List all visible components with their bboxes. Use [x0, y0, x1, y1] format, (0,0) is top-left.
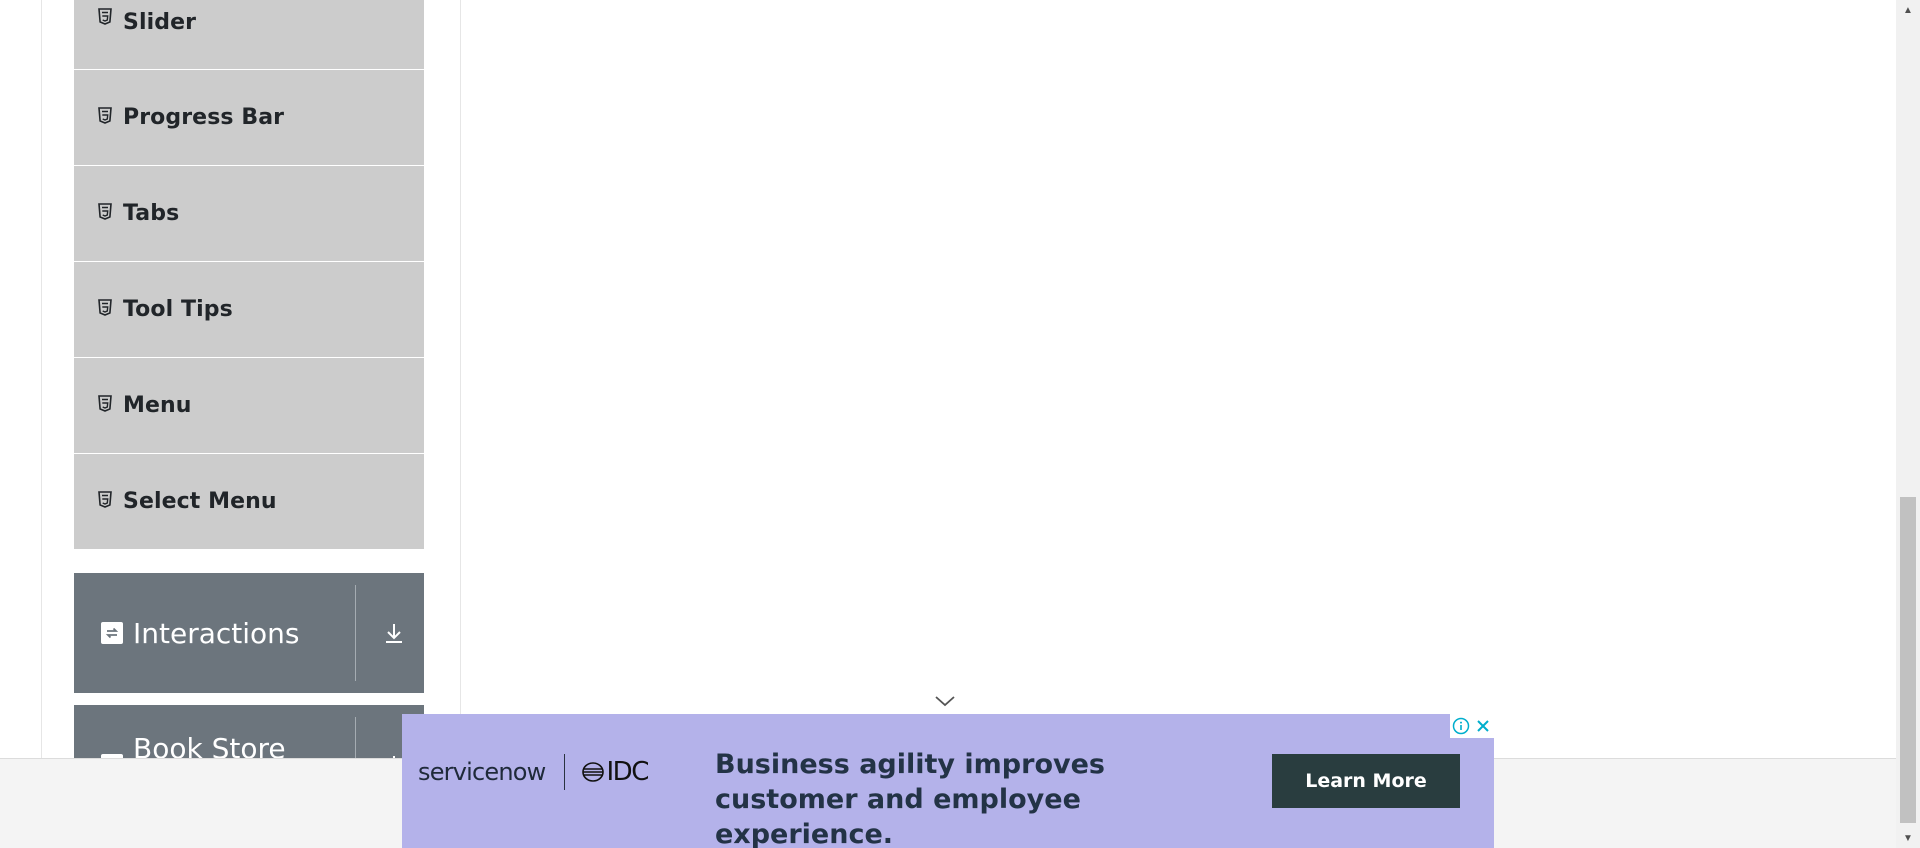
interactions-icon: [101, 622, 123, 644]
menu-item-menu[interactable]: Menu: [74, 358, 424, 454]
menu-item-label: Menu: [123, 393, 192, 418]
menu-item-select-menu[interactable]: Select Menu: [74, 454, 424, 550]
close-icon[interactable]: [1474, 717, 1492, 735]
menu-item-tool-tips[interactable]: Tool Tips: [74, 262, 424, 358]
logo-divider: [563, 754, 565, 790]
menu-item-label: Slider: [123, 10, 197, 35]
ad-banner[interactable]: servicenow IDC Business agility improves…: [402, 714, 1494, 848]
html5-icon: [98, 106, 112, 125]
group-header-divider: [355, 585, 356, 681]
scroll-down-arrow-icon[interactable]: ▼: [1896, 828, 1920, 848]
idc-logo-mark-icon: [581, 761, 605, 783]
scroll-up-arrow-icon[interactable]: ▲: [1896, 0, 1920, 20]
servicenow-logo: servicenow: [418, 758, 546, 786]
sidebar-right-border: [460, 0, 461, 758]
widgets-submenu: Slider Progress Bar Tabs Tool Tips Menu: [74, 0, 424, 550]
ad-headline: Business agility improves customer and e…: [715, 749, 1105, 848]
page-viewport: Slider Progress Bar Tabs Tool Tips Menu: [0, 0, 1920, 848]
menu-item-slider[interactable]: Slider: [74, 0, 424, 70]
group-header-label: Interactions: [133, 616, 300, 650]
menu-item-label: Progress Bar: [123, 105, 285, 130]
scrollbar-thumb[interactable]: [1900, 497, 1916, 823]
download-arrow-icon[interactable]: [382, 621, 406, 645]
menu-item-label: Tool Tips: [123, 297, 233, 322]
html5-icon: [98, 8, 112, 26]
learn-more-button[interactable]: Learn More: [1272, 754, 1460, 808]
html5-icon: [98, 394, 112, 413]
html5-icon: [98, 298, 112, 317]
html5-icon: [98, 490, 112, 509]
chevron-down-icon[interactable]: [932, 692, 958, 710]
sidebar-left-border: [41, 0, 42, 758]
html5-icon: [98, 202, 112, 221]
info-icon[interactable]: [1452, 717, 1470, 735]
ad-controls: [1450, 714, 1494, 738]
group-header-interactions[interactable]: Interactions: [74, 573, 424, 693]
idc-logo: IDC: [606, 757, 650, 787]
menu-item-progress-bar[interactable]: Progress Bar: [74, 70, 424, 166]
menu-item-label: Select Menu: [123, 489, 277, 514]
menu-item-tabs[interactable]: Tabs: [74, 166, 424, 262]
ad-brand-logos: servicenow IDC: [418, 752, 650, 792]
menu-item-label: Tabs: [123, 201, 180, 226]
page-scrollbar[interactable]: ▲ ▼: [1896, 0, 1920, 848]
